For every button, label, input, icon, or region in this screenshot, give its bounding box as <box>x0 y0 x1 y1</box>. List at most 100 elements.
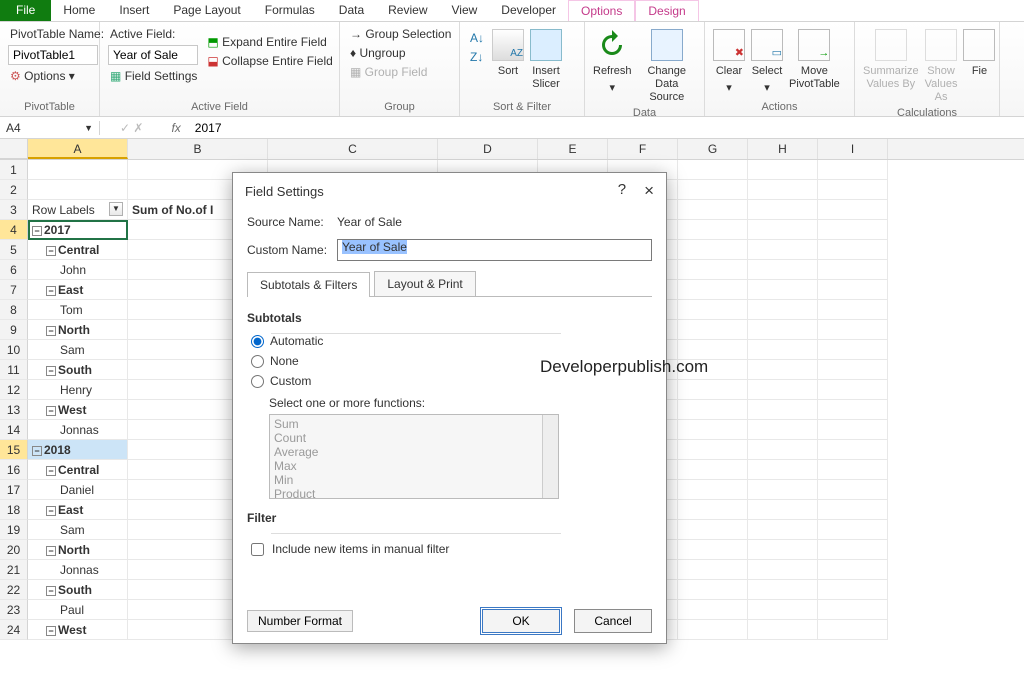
row-header[interactable]: 23 <box>0 600 28 620</box>
custom-name-input[interactable]: Year of Sale <box>337 239 652 261</box>
cell[interactable] <box>748 500 818 520</box>
select-all-corner[interactable] <box>0 139 28 159</box>
collapse-icon[interactable]: − <box>46 466 56 476</box>
cell[interactable] <box>818 420 888 440</box>
tab-page-layout[interactable]: Page Layout <box>161 0 252 21</box>
cell[interactable] <box>28 180 128 200</box>
cell[interactable] <box>748 220 818 240</box>
cell[interactable]: −South <box>28 360 128 380</box>
row-header[interactable]: 22 <box>0 580 28 600</box>
cell[interactable] <box>818 380 888 400</box>
ungroup-button[interactable]: ♦ Ungroup <box>348 45 453 61</box>
group-selection-button[interactable]: → Group Selection <box>348 26 453 42</box>
field-settings-button[interactable]: ▦ Field Settings <box>108 68 199 84</box>
cell[interactable] <box>748 620 818 640</box>
cell[interactable] <box>748 460 818 480</box>
row-header[interactable]: 11 <box>0 360 28 380</box>
tab-formulas[interactable]: Formulas <box>253 0 327 21</box>
cell[interactable] <box>678 400 748 420</box>
col-header-b[interactable]: B <box>128 139 268 159</box>
select-button[interactable]: ▭Select▾ <box>751 26 783 95</box>
row-header[interactable]: 15 <box>0 440 28 460</box>
cell[interactable] <box>818 160 888 180</box>
insert-slicer-button[interactable]: Insert Slicer <box>530 26 562 91</box>
cell[interactable]: −North <box>28 540 128 560</box>
cell[interactable] <box>678 300 748 320</box>
formula-input[interactable] <box>189 121 1024 135</box>
cell[interactable]: Paul <box>28 600 128 620</box>
row-header[interactable]: 12 <box>0 380 28 400</box>
cell[interactable] <box>748 480 818 500</box>
col-header-g[interactable]: G <box>678 139 748 159</box>
tab-review[interactable]: Review <box>376 0 439 21</box>
cell[interactable] <box>818 500 888 520</box>
cell[interactable] <box>818 280 888 300</box>
cell[interactable] <box>818 600 888 620</box>
row-header[interactable]: 5 <box>0 240 28 260</box>
cell[interactable] <box>678 240 748 260</box>
row-header[interactable]: 17 <box>0 480 28 500</box>
cell[interactable] <box>678 420 748 440</box>
radio-automatic[interactable]: Automatic <box>251 334 652 348</box>
cell[interactable] <box>748 340 818 360</box>
row-header[interactable]: 3 <box>0 200 28 220</box>
cell[interactable] <box>818 240 888 260</box>
cell[interactable] <box>678 200 748 220</box>
tab-insert[interactable]: Insert <box>107 0 161 21</box>
row-header[interactable]: 10 <box>0 340 28 360</box>
col-header-a[interactable]: A <box>28 139 128 159</box>
cell[interactable] <box>748 600 818 620</box>
row-header[interactable]: 4 <box>0 220 28 240</box>
cell[interactable] <box>748 180 818 200</box>
collapse-icon[interactable]: − <box>46 406 56 416</box>
sort-button[interactable]: AZSort <box>492 26 524 78</box>
cell[interactable]: −Central <box>28 240 128 260</box>
cell[interactable]: −East <box>28 500 128 520</box>
cell[interactable] <box>678 520 748 540</box>
cell[interactable] <box>818 460 888 480</box>
collapse-icon[interactable]: − <box>46 366 56 376</box>
cell[interactable] <box>818 200 888 220</box>
cell[interactable] <box>818 580 888 600</box>
cell[interactable] <box>748 160 818 180</box>
row-header[interactable]: 18 <box>0 500 28 520</box>
tab-data[interactable]: Data <box>327 0 376 21</box>
collapse-icon[interactable]: − <box>46 506 56 516</box>
cell[interactable] <box>818 340 888 360</box>
cell[interactable] <box>748 320 818 340</box>
cell[interactable]: −2017 <box>28 220 128 240</box>
row-header[interactable]: 14 <box>0 420 28 440</box>
cell[interactable] <box>818 320 888 340</box>
col-header-i[interactable]: I <box>818 139 888 159</box>
tab-developer[interactable]: Developer <box>489 0 568 21</box>
cell[interactable]: −North <box>28 320 128 340</box>
tab-layout-print[interactable]: Layout & Print <box>374 271 475 296</box>
cell[interactable]: −South <box>28 580 128 600</box>
expand-field-button[interactable]: ⬒ Expand Entire Field <box>205 34 334 50</box>
clear-button[interactable]: ✖Clear▾ <box>713 26 745 95</box>
col-header-c[interactable]: C <box>268 139 438 159</box>
cell[interactable]: John <box>28 260 128 280</box>
cell[interactable] <box>678 540 748 560</box>
cell[interactable] <box>678 320 748 340</box>
pivottable-name-input[interactable] <box>8 45 98 65</box>
row-header[interactable]: 6 <box>0 260 28 280</box>
filter-dropdown-icon[interactable]: ▼ <box>109 202 123 216</box>
sort-za-button[interactable]: Z↓ <box>468 49 486 65</box>
cell[interactable]: −West <box>28 400 128 420</box>
cell[interactable]: Row Labels▼ <box>28 200 128 220</box>
col-header-d[interactable]: D <box>438 139 538 159</box>
chevron-down-icon[interactable]: ▼ <box>84 123 93 133</box>
tab-subtotals-filters[interactable]: Subtotals & Filters <box>247 272 370 297</box>
cancel-button[interactable]: Cancel <box>574 609 652 633</box>
tab-file[interactable]: File <box>0 0 51 21</box>
cell[interactable] <box>678 260 748 280</box>
cell[interactable]: −West <box>28 620 128 640</box>
cell[interactable] <box>818 520 888 540</box>
row-header[interactable]: 24 <box>0 620 28 640</box>
cell[interactable]: Jonnas <box>28 560 128 580</box>
cell[interactable]: −East <box>28 280 128 300</box>
cell[interactable] <box>748 540 818 560</box>
cell[interactable] <box>748 440 818 460</box>
cell[interactable]: −2018 <box>28 440 128 460</box>
